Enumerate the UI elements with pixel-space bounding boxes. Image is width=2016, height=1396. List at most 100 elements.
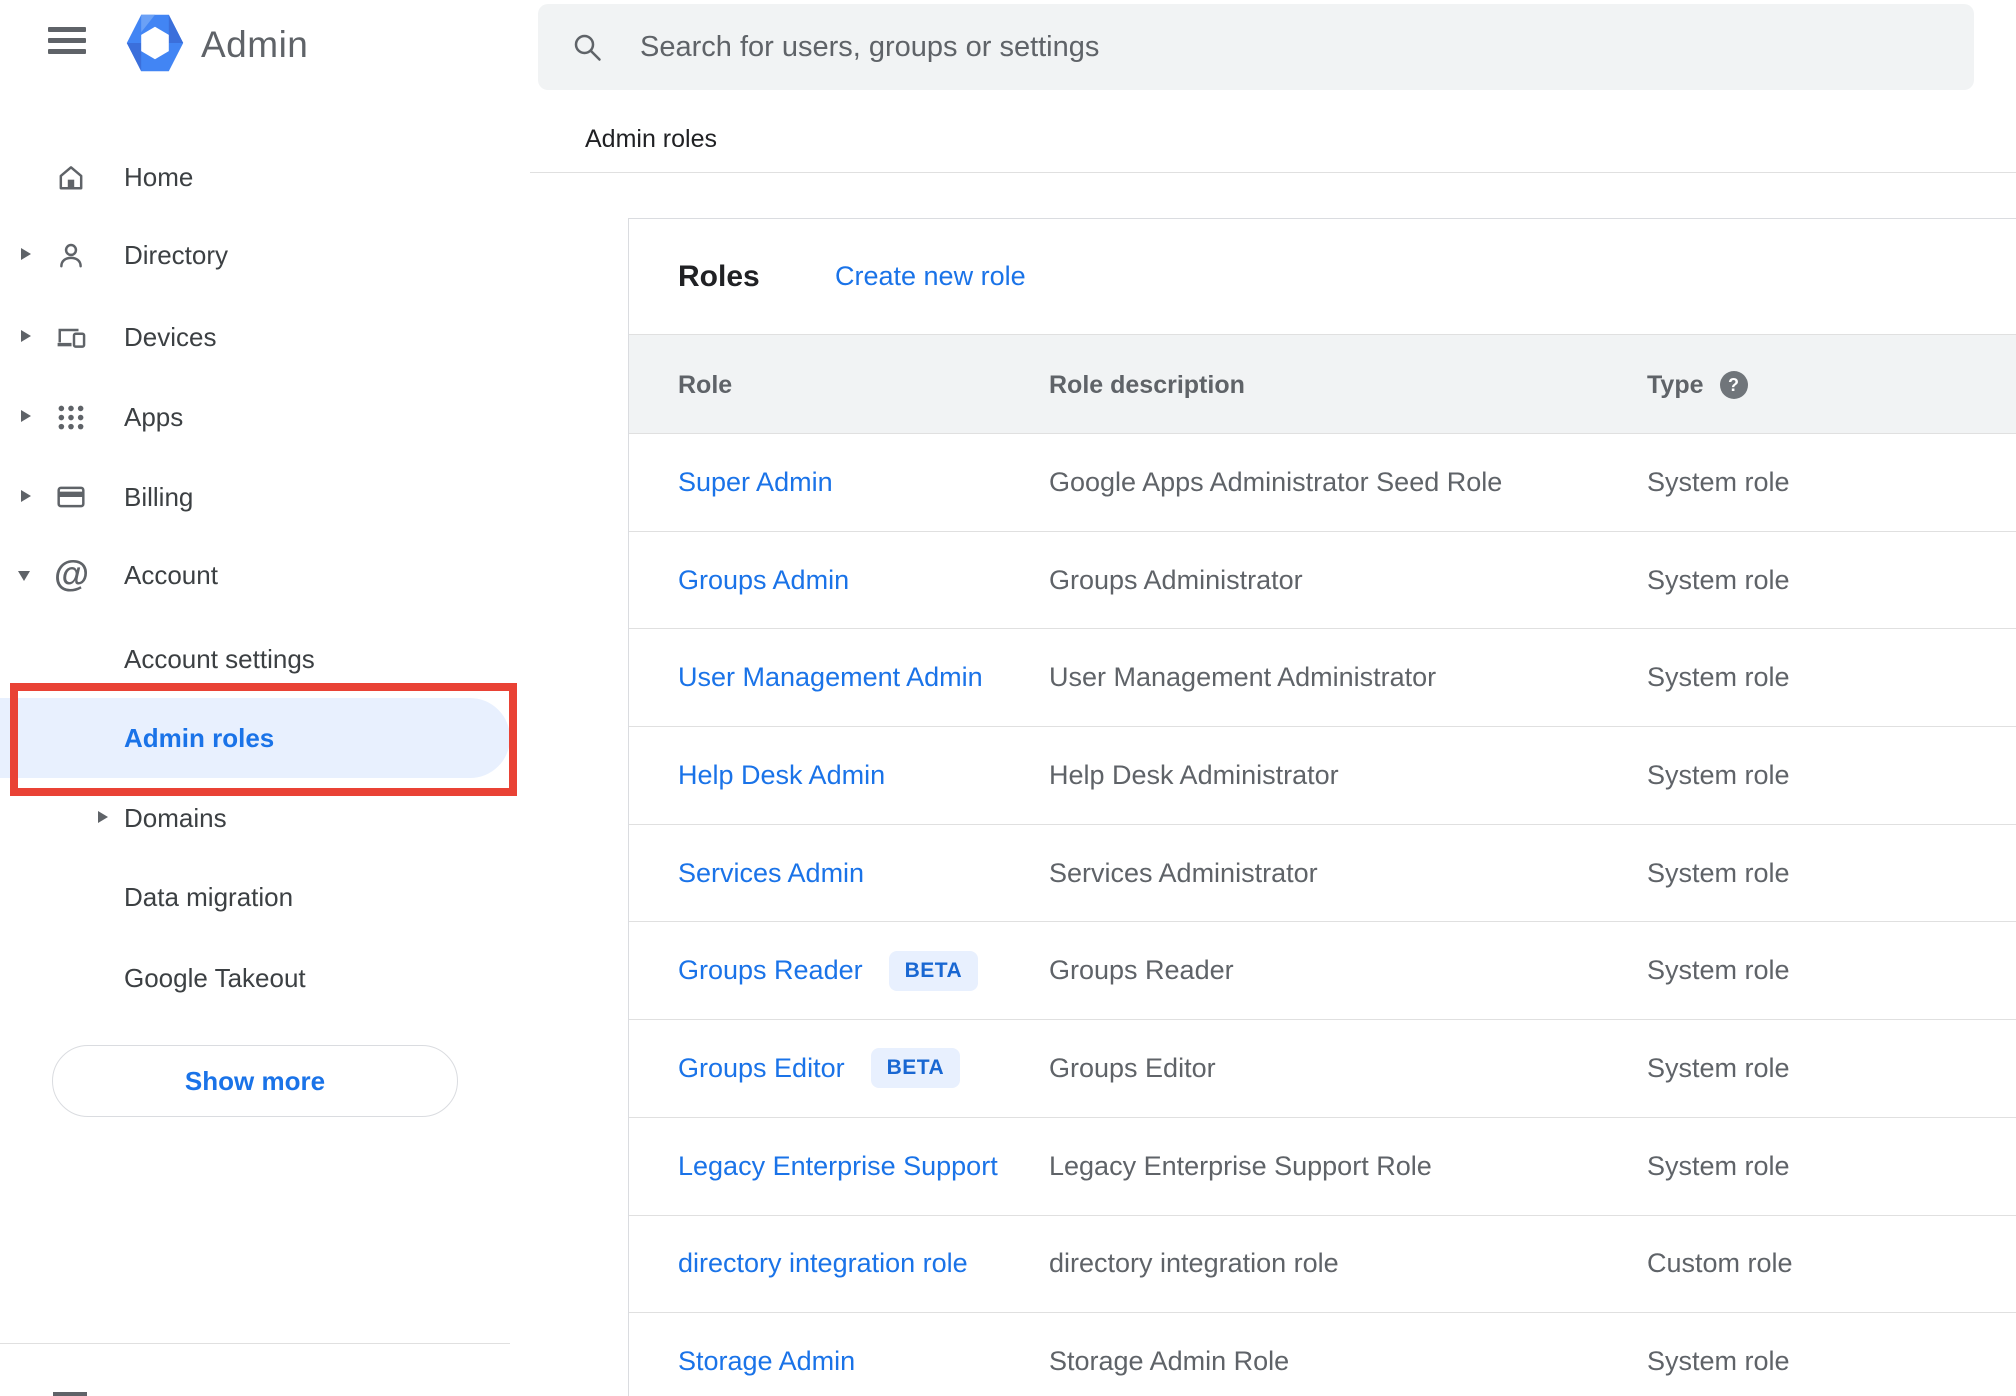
- sidebar-item-admin-roles[interactable]: Admin roles: [0, 698, 510, 778]
- table-row: Storage Admin Storage Admin Role System …: [629, 1313, 2016, 1396]
- table-row: Super Admin Google Apps Administrator Se…: [629, 434, 2016, 532]
- table-row: Groups Reader BETA Groups Reader System …: [629, 922, 2016, 1021]
- role-type: System role: [1647, 662, 1790, 693]
- role-cell: Groups Reader BETA: [678, 922, 979, 1019]
- table-row: directory integration role directory int…: [629, 1215, 2016, 1314]
- table-row: Legacy Enterprise Support Legacy Enterpr…: [629, 1117, 2016, 1216]
- show-more-label: Show more: [184, 1065, 326, 1096]
- role-type: System role: [1647, 1052, 1790, 1083]
- role-type: System role: [1647, 955, 1790, 986]
- role-cell: Groups Editor BETA: [678, 1020, 961, 1117]
- role-link[interactable]: Groups Admin: [678, 565, 849, 596]
- role-type: System role: [1647, 1150, 1790, 1181]
- admin-logo-icon: [125, 13, 185, 73]
- search-input[interactable]: [640, 4, 1940, 90]
- header-divider: [530, 172, 2016, 173]
- role-link[interactable]: User Management Admin: [678, 662, 983, 693]
- role-cell: Groups Admin: [678, 532, 849, 629]
- role-link[interactable]: Services Admin: [678, 858, 864, 889]
- cutoff-sidebar-icon: [53, 1392, 87, 1396]
- sidebar-item-label: Devices: [124, 322, 217, 352]
- column-header-description: Role description: [1049, 370, 1245, 399]
- role-description: Google Apps Administrator Seed Role: [1049, 466, 1503, 497]
- sidebar-item-billing[interactable]: Billing: [0, 457, 510, 537]
- role-link[interactable]: Storage Admin: [678, 1346, 855, 1377]
- role-link[interactable]: Groups Editor: [678, 1053, 845, 1084]
- table-row: Help Desk Admin Help Desk Administrator …: [629, 727, 2016, 825]
- home-icon: [56, 162, 86, 192]
- sidebar-item-label: Admin roles: [124, 723, 275, 753]
- role-link[interactable]: Groups Reader: [678, 955, 863, 986]
- chevron-right-icon[interactable]: [98, 811, 108, 823]
- role-link[interactable]: Help Desk Admin: [678, 760, 885, 791]
- hamburger-menu-icon[interactable]: [48, 27, 86, 55]
- create-new-role-link[interactable]: Create new role: [835, 219, 1026, 334]
- role-cell: directory integration role: [678, 1216, 968, 1313]
- role-description: Services Administrator: [1049, 857, 1318, 888]
- breadcrumb: Admin roles: [585, 125, 717, 153]
- sidebar-item-label: Google Takeout: [124, 963, 306, 993]
- sidebar-item-data-migration[interactable]: Data migration: [0, 857, 510, 937]
- search-icon: [571, 31, 603, 63]
- apps-grid-icon: [56, 402, 86, 432]
- show-more-button[interactable]: Show more: [52, 1045, 458, 1117]
- person-icon: [56, 240, 86, 270]
- sidebar-item-label: Apps: [124, 402, 184, 432]
- sidebar-divider: [0, 1343, 510, 1344]
- sidebar-item-label: Billing: [124, 482, 194, 512]
- sidebar-item-label: Data migration: [124, 882, 294, 912]
- at-sign-icon: @: [54, 553, 90, 594]
- table-row: Groups Editor BETA Groups Editor System …: [629, 1020, 2016, 1118]
- role-link[interactable]: Super Admin: [678, 467, 833, 498]
- sidebar-item-account[interactable]: @ Account: [0, 535, 510, 615]
- chevron-down-icon[interactable]: [18, 571, 30, 581]
- role-type: System role: [1647, 466, 1790, 497]
- chevron-right-icon[interactable]: [21, 490, 31, 502]
- role-type: System role: [1647, 1346, 1790, 1377]
- role-description: directory integration role: [1049, 1248, 1339, 1279]
- search-bar[interactable]: [538, 4, 1974, 90]
- sidebar-item-home[interactable]: Home: [0, 137, 510, 217]
- help-icon[interactable]: ?: [1719, 371, 1748, 399]
- sidebar-item-google-takeout[interactable]: Google Takeout: [0, 938, 510, 1018]
- sidebar-item-domains[interactable]: Domains: [0, 778, 510, 858]
- sidebar-item-apps[interactable]: Apps: [0, 377, 510, 457]
- table-row: User Management Admin User Management Ad…: [629, 629, 2016, 728]
- role-description: Storage Admin Role: [1049, 1346, 1290, 1377]
- table-header: Role Role description Type ?: [629, 334, 2016, 434]
- sidebar-item-directory[interactable]: Directory: [0, 215, 510, 295]
- table-row: Groups Admin Groups Administrator System…: [629, 531, 2016, 630]
- devices-icon: [56, 322, 86, 352]
- role-cell: Help Desk Admin: [678, 727, 885, 824]
- role-cell: Storage Admin: [678, 1313, 855, 1396]
- sidebar-item-devices[interactable]: Devices: [0, 297, 510, 377]
- role-description: Legacy Enterprise Support Role: [1049, 1150, 1432, 1181]
- credit-card-icon: [56, 482, 86, 512]
- role-link[interactable]: Legacy Enterprise Support: [678, 1151, 998, 1182]
- chevron-right-icon[interactable]: [21, 410, 31, 422]
- role-description: Groups Editor: [1049, 1052, 1216, 1083]
- role-cell: User Management Admin: [678, 629, 983, 726]
- role-type: System role: [1647, 759, 1790, 790]
- role-description: Help Desk Administrator: [1049, 759, 1339, 790]
- sidebar-item-account-settings[interactable]: Account settings: [0, 619, 510, 699]
- sidebar-item-label: Home: [124, 162, 194, 192]
- page-title: Roles: [678, 260, 760, 293]
- chevron-right-icon[interactable]: [21, 330, 31, 342]
- table-row: Services Admin Services Administrator Sy…: [629, 824, 2016, 923]
- role-link[interactable]: directory integration role: [678, 1248, 968, 1279]
- role-type: System role: [1647, 857, 1790, 888]
- sidebar-item-label: Account settings: [124, 644, 315, 674]
- role-cell: Legacy Enterprise Support: [678, 1118, 998, 1215]
- product-name: Admin: [201, 24, 309, 65]
- beta-badge: BETA: [888, 950, 979, 991]
- role-description: Groups Reader: [1049, 955, 1234, 986]
- column-header-role: Role: [678, 370, 733, 399]
- sidebar-item-label: Account: [124, 560, 218, 590]
- chevron-right-icon[interactable]: [21, 248, 31, 260]
- sidebar-item-label: Domains: [124, 803, 227, 833]
- role-cell: Super Admin: [678, 434, 833, 531]
- beta-badge: BETA: [870, 1048, 961, 1089]
- roles-table-body: Super Admin Google Apps Administrator Se…: [629, 434, 2016, 1396]
- role-description: User Management Administrator: [1049, 662, 1437, 693]
